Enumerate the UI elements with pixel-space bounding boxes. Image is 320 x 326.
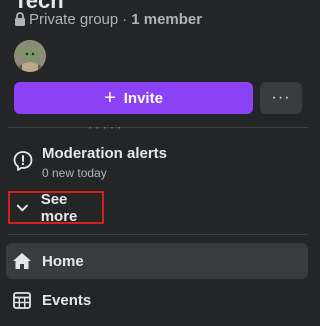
member-avatar[interactable] [14,40,46,72]
nav-item-label: Events [42,291,92,309]
plus-icon: + [104,87,116,109]
lock-icon [15,12,25,26]
moderation-alerts-subtitle: 0 new today [42,166,107,180]
divider [8,127,308,128]
nav-item-label: Home [42,252,84,270]
moderation-alerts-item[interactable]: Moderation alerts 0 new today [8,140,308,184]
moderation-alerts-title: Moderation alerts [42,145,168,162]
invite-label: Invite [123,89,163,107]
home-icon [13,253,31,269]
group-sidebar-panel: Tech Private group · 1 member + Invite ·… [0,0,320,326]
moderation-alert-icon [13,151,33,171]
chevron-down-icon [16,204,28,211]
more-options-button[interactable]: ··· [260,82,302,114]
member-count[interactable]: 1 member [131,11,202,28]
group-privacy-row: Private group · 1 member [14,10,202,28]
nav-item-home[interactable]: Home [6,243,308,279]
invite-button[interactable]: + Invite [14,82,253,114]
divider [8,234,308,235]
more-icon: ··· [271,89,291,106]
separator-dot: · [122,10,128,28]
avatar-image [14,40,46,72]
see-more-label: See more [40,190,78,225]
privacy-label: Private group [29,10,119,28]
nav-item-events[interactable]: Events [6,282,308,318]
clipped-text: · · · · · [88,120,122,134]
see-more-button[interactable]: See more [8,190,104,225]
calendar-icon [13,292,31,309]
